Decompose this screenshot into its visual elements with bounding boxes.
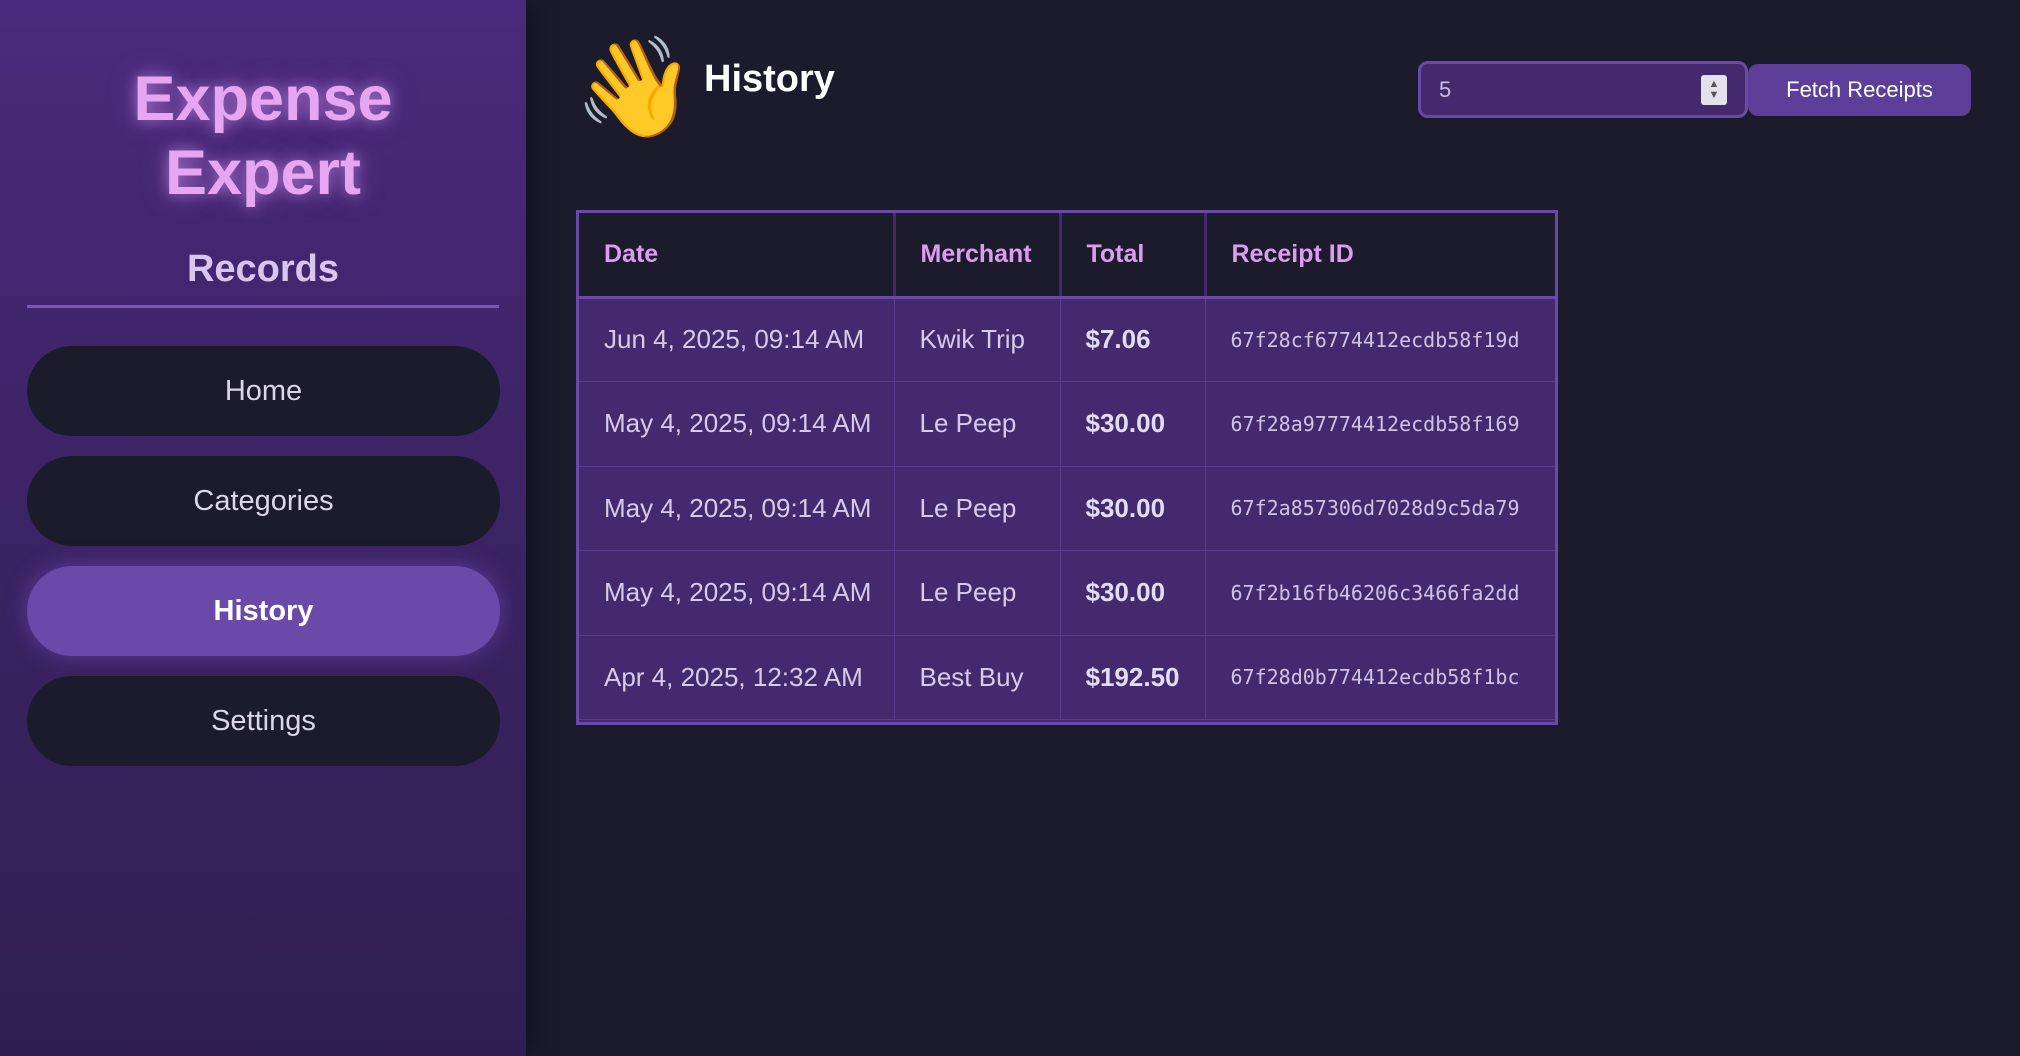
receipt-count-field[interactable]: ▲ ▼	[1418, 61, 1748, 118]
table-row[interactable]: May 4, 2025, 09:14 AM Le Peep $30.00 67f…	[579, 381, 1555, 467]
column-header-date: Date	[579, 213, 896, 299]
sidebar-item-home[interactable]: Home	[27, 346, 500, 436]
cell-total: $7.06	[1060, 297, 1206, 382]
cell-merchant: Best Buy	[894, 635, 1061, 720]
receipts-table: Date Merchant Total Receipt ID Jun 4, 20…	[576, 210, 1558, 725]
cell-merchant: Kwik Trip	[894, 297, 1061, 382]
cell-receipt-id: 67f28d0b774412ecdb58f1bc	[1205, 635, 1555, 720]
fetch-receipts-button[interactable]: Fetch Receipts	[1748, 64, 1971, 116]
app-logo: Expense Expert	[0, 62, 526, 210]
cell-merchant: Le Peep	[894, 550, 1061, 636]
cell-date: Apr 4, 2025, 12:32 AM	[579, 635, 895, 720]
cell-receipt-id: 67f28cf6774412ecdb58f19d	[1205, 297, 1555, 382]
sidebar-divider	[27, 305, 499, 308]
waving-hand-icon: 👋	[574, 32, 697, 142]
sidebar-item-settings[interactable]: Settings	[27, 676, 500, 766]
sidebar-item-history[interactable]: History	[27, 566, 500, 656]
cell-receipt-id: 67f28a97774412ecdb58f169	[1205, 381, 1555, 467]
cell-total: $30.00	[1060, 381, 1206, 467]
app-window: Expense Expert Records Home Categories H…	[0, 0, 2020, 1056]
chevron-down-icon[interactable]: ▼	[1709, 90, 1720, 101]
cell-total: $30.00	[1060, 466, 1206, 551]
cell-date: May 4, 2025, 09:14 AM	[579, 550, 895, 636]
table-header-row: Date Merchant Total Receipt ID	[579, 213, 1555, 299]
cell-total: $30.00	[1060, 550, 1206, 636]
sidebar-item-label: Home	[224, 374, 303, 407]
table-row[interactable]: May 4, 2025, 09:14 AM Le Peep $30.00 67f…	[579, 550, 1555, 636]
sidebar-section-title: Records	[186, 248, 340, 290]
cell-date: May 4, 2025, 09:14 AM	[579, 381, 895, 467]
column-header-total: Total	[1060, 213, 1207, 299]
cell-date: May 4, 2025, 09:14 AM	[579, 466, 895, 551]
column-header-receipt-id: Receipt ID	[1205, 213, 1555, 299]
receipt-count-input[interactable]	[1439, 64, 1689, 115]
cell-merchant: Le Peep	[894, 466, 1061, 551]
cell-merchant: Le Peep	[894, 381, 1061, 467]
table-row[interactable]: May 4, 2025, 09:14 AM Le Peep $30.00 67f…	[579, 466, 1555, 551]
sidebar-item-label: History	[213, 594, 314, 627]
cell-receipt-id: 67f2b16fb46206c3466fa2dd	[1205, 550, 1555, 636]
table-row[interactable]: Apr 4, 2025, 12:32 AM Best Buy $192.50 6…	[579, 635, 1555, 720]
cell-date: Jun 4, 2025, 09:14 AM	[579, 297, 895, 382]
cell-receipt-id: 67f2a857306d7028d9c5da79	[1205, 466, 1555, 551]
sidebar-item-label: Categories	[193, 484, 334, 517]
sidebar: Expense Expert Records Home Categories H…	[0, 0, 526, 1056]
logo-line-2: Expert	[164, 138, 362, 208]
logo-line-1: Expense	[133, 64, 393, 134]
sidebar-item-categories[interactable]: Categories	[27, 456, 500, 546]
cell-total: $192.50	[1060, 635, 1206, 720]
page-title: History	[704, 58, 835, 100]
column-header-merchant: Merchant	[894, 213, 1062, 299]
count-stepper-icon[interactable]: ▲ ▼	[1701, 75, 1727, 105]
table-row[interactable]: Jun 4, 2025, 09:14 AM Kwik Trip $7.06 67…	[579, 297, 1555, 382]
sidebar-item-label: Settings	[211, 704, 316, 737]
